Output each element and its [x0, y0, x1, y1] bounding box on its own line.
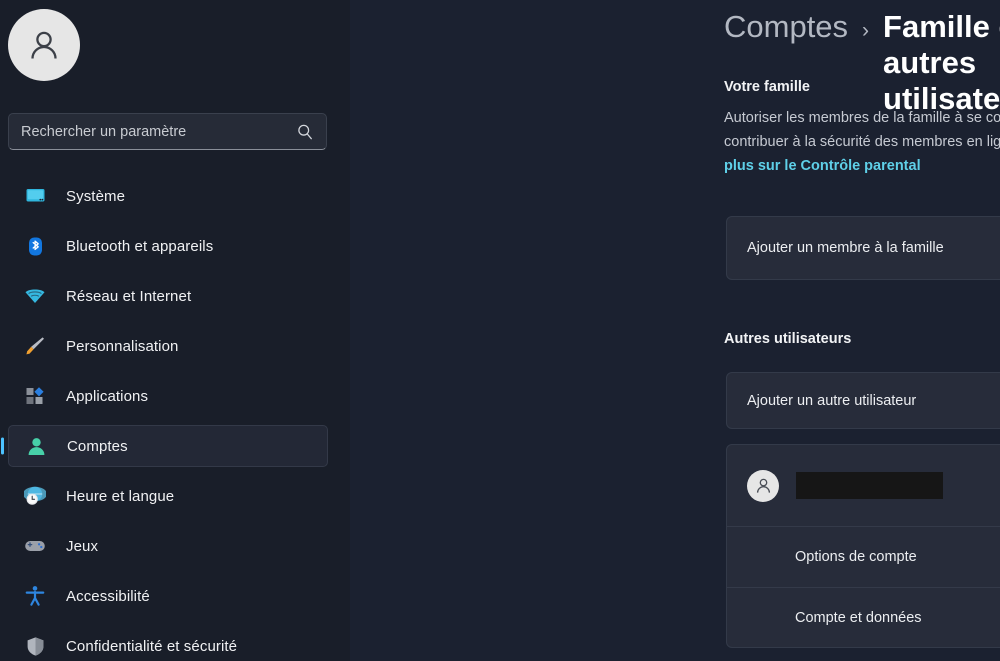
sidebar-item-reseau[interactable]: Réseau et Internet [8, 275, 328, 317]
accessibility-icon [24, 585, 46, 607]
breadcrumb: Comptes › Famille et autres utilisateurs [724, 9, 1000, 117]
person-icon [25, 435, 47, 457]
search-input[interactable] [21, 124, 296, 140]
avatar[interactable] [8, 9, 80, 81]
sidebar-item-label: Bluetooth et appareils [66, 238, 213, 255]
sidebar-item-label: Heure et langue [66, 488, 174, 505]
section-title-autres-utilisateurs: Autres utilisateurs [724, 331, 851, 347]
add-other-user-label: Ajouter un autre utilisateur [747, 393, 916, 409]
paintbrush-icon [24, 335, 46, 357]
account-and-data-row: Compte et données Supprimer [727, 588, 1000, 648]
sidebar-item-label: Accessibilité [66, 588, 150, 605]
add-family-member-row: Ajouter un membre à la famille Ajouter u… [727, 217, 1000, 279]
sidebar-item-label: Jeux [66, 538, 98, 555]
sidebar-item-label: Réseau et Internet [66, 288, 191, 305]
apps-icon [24, 385, 46, 407]
main-content: Comptes › Famille et autres utilisateurs… [350, 0, 1000, 661]
settings-window: Système Bluetooth et appareils [0, 0, 1000, 661]
sidebar-item-heure-langue[interactable]: Heure et langue [8, 475, 328, 517]
user-account-header[interactable] [727, 445, 1000, 526]
person-icon [24, 25, 64, 65]
sidebar-item-label: Applications [66, 388, 148, 405]
sidebar: Système Bluetooth et appareils [0, 0, 350, 661]
sidebar-nav: Système Bluetooth et appareils [0, 175, 350, 661]
add-family-member-label: Ajouter un membre à la famille [747, 240, 944, 256]
wifi-icon [24, 285, 46, 307]
chevron-right-icon: › [862, 19, 869, 43]
family-description-text: Autoriser les membres de la famille à se… [724, 110, 1000, 150]
redacted-username [796, 472, 943, 499]
sidebar-item-label: Confidentialité et sécurité [66, 638, 237, 655]
add-other-user-card: Ajouter un autre utilisateur Ajouter un … [726, 372, 1000, 429]
sidebar-item-personnalisation[interactable]: Personnalisation [8, 325, 328, 367]
account-options-row: Options de compte Changer le type de com… [727, 527, 1000, 587]
shield-icon [24, 635, 46, 657]
account-and-data-label: Compte et données [795, 610, 922, 626]
search-box[interactable] [8, 113, 327, 150]
sidebar-item-applications[interactable]: Applications [8, 375, 328, 417]
profile-avatar-wrapper[interactable] [8, 9, 80, 81]
sidebar-item-systeme[interactable]: Système [8, 175, 328, 217]
monitor-icon [24, 185, 46, 207]
user-account-card: Options de compte Changer le type de com… [726, 444, 1000, 648]
sidebar-item-jeux[interactable]: Jeux [8, 525, 328, 567]
bluetooth-icon [24, 235, 46, 257]
gamepad-icon [24, 535, 46, 557]
globe-clock-icon [24, 485, 46, 507]
account-options-label: Options de compte [795, 549, 917, 565]
person-icon [754, 476, 773, 495]
page-title: Famille et autres utilisateurs [883, 9, 1000, 117]
search-icon[interactable] [296, 123, 314, 141]
sidebar-item-accessibilite[interactable]: Accessibilité [8, 575, 328, 617]
add-family-member-card: Ajouter un membre à la famille Ajouter u… [726, 216, 1000, 280]
sidebar-item-comptes[interactable]: Comptes [8, 425, 328, 467]
sidebar-item-label: Système [66, 188, 125, 205]
sidebar-item-label: Comptes [67, 438, 128, 455]
section-title-votre-famille: Votre famille [724, 79, 810, 95]
sidebar-item-confidentialite[interactable]: Confidentialité et sécurité [8, 625, 328, 661]
avatar [747, 470, 779, 502]
family-description: Autoriser les membres de la famille à se… [724, 106, 1000, 178]
add-other-user-row: Ajouter un autre utilisateur Ajouter un … [727, 373, 1000, 428]
sidebar-item-bluetooth[interactable]: Bluetooth et appareils [8, 225, 328, 267]
sidebar-item-label: Personnalisation [66, 338, 179, 355]
breadcrumb-parent[interactable]: Comptes [724, 9, 848, 45]
